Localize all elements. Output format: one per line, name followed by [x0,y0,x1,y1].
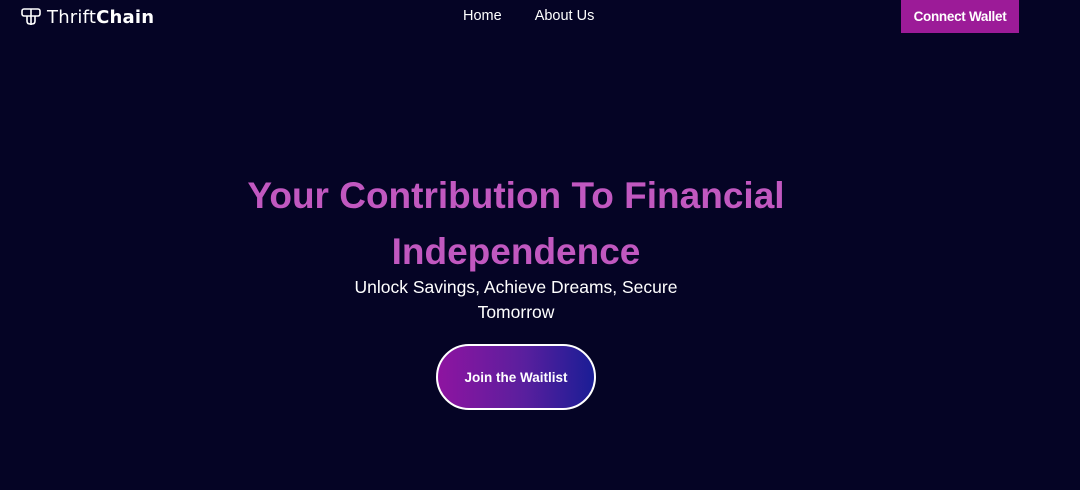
hero-subtitle-line-1: Unlock Savings, Achieve Dreams, Secure [354,277,678,297]
hero-title: Your Contribution To Financial Independe… [200,168,832,280]
brand-name-light: Thrift [47,6,97,28]
join-waitlist-button[interactable]: Join the Waitlist [436,344,596,410]
landing-page: ThriftChain Home About Us Connect Wallet… [0,0,1080,490]
hero-subtitle: Unlock Savings, Achieve Dreams, Secure T… [340,275,692,325]
hero-title-line-2: Independence [391,231,641,272]
hero-subtitle-line-2: Tomorrow [477,302,555,322]
nav-home-link[interactable]: Home [463,8,502,24]
connect-wallet-button[interactable]: Connect Wallet [901,0,1019,33]
brand-name: ThriftChain [47,7,154,28]
logo[interactable]: ThriftChain [21,6,154,28]
brand-name-bold: Chain [96,6,155,28]
thriftchain-logo-icon [21,8,41,25]
nav-about-us-link[interactable]: About Us [535,8,595,24]
main-nav: Home About Us [463,8,594,24]
hero-title-line-1: Your Contribution To Financial [247,175,785,216]
